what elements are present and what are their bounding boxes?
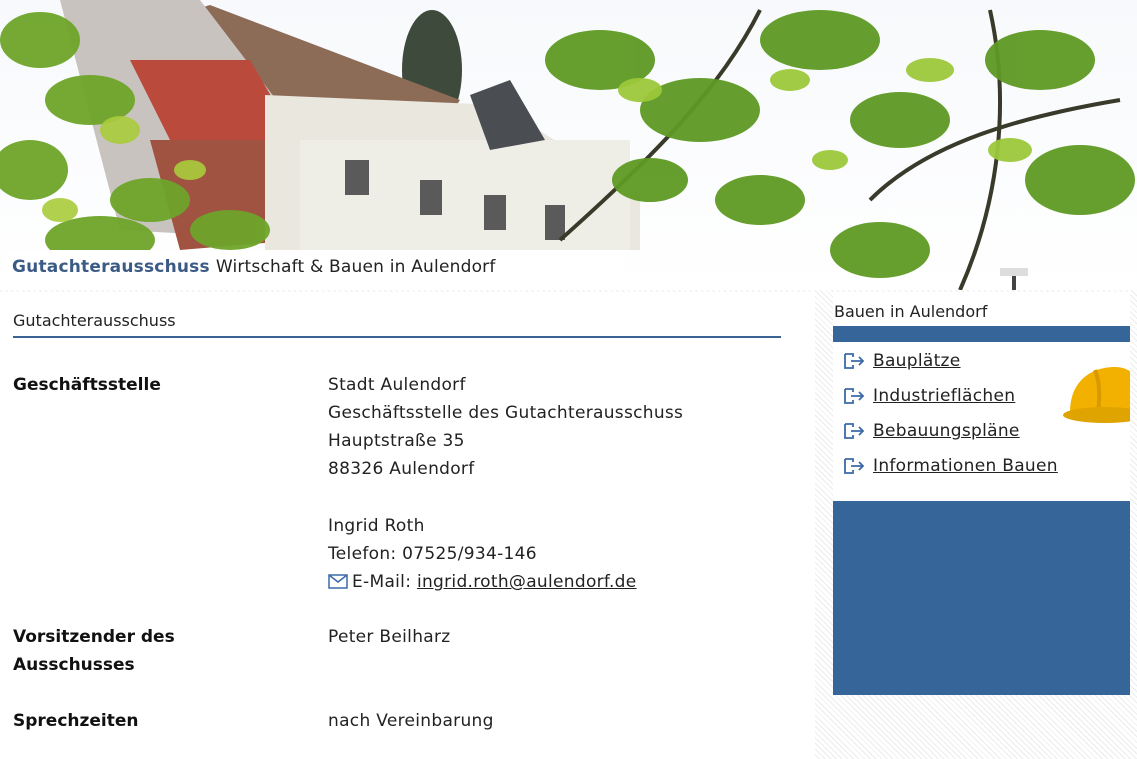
label-vorsitzender: Vorsitzender des Ausschusses xyxy=(13,623,175,679)
label-sprechzeiten: Sprechzeiten xyxy=(13,711,139,731)
sidebar-heading: Bauen in Aulendorf xyxy=(833,292,1130,326)
sidebar: Bauen in Aulendorf Bauplätze Industriefl… xyxy=(833,292,1130,695)
email-link[interactable]: ingrid.roth@aulendorf.de xyxy=(417,572,637,592)
main-content: Gutachterausschuss Geschäftsstelle Stadt… xyxy=(0,292,815,759)
sidebar-link-label[interactable]: Informationen Bauen xyxy=(873,456,1058,476)
address-line: Stadt Aulendorf xyxy=(328,375,466,395)
header-caption: Gutachterausschuss Wirtschaft & Bauen in… xyxy=(6,250,625,284)
header-photo xyxy=(0,0,1137,290)
label-line: Vorsitzender des xyxy=(13,627,175,647)
title-divider xyxy=(13,336,781,338)
value-geschaeftsstelle: Stadt Aulendorf Geschäftsstelle des Guta… xyxy=(328,371,683,596)
label-line: Ausschusses xyxy=(13,655,135,675)
label-geschaeftsstelle: Geschäftsstelle xyxy=(13,375,161,395)
link-arrow-icon xyxy=(844,388,865,404)
sidebar-link-bauplaetze[interactable]: Bauplätze xyxy=(843,351,961,371)
sidebar-link-label[interactable]: Bauplätze xyxy=(873,351,961,371)
contact-email-row: E-Mail: ingrid.roth@aulendorf.de xyxy=(328,568,683,596)
value-vorsitzender: Peter Beilharz xyxy=(328,627,451,647)
address-line: 88326 Aulendorf xyxy=(328,459,475,479)
address-line: Geschäftsstelle des Gutachterausschuss xyxy=(328,403,684,423)
address-line: Hauptstraße 35 xyxy=(328,431,465,451)
page-title: Gutachterausschuss xyxy=(13,311,176,330)
value-sprechzeiten: nach Vereinbarung xyxy=(328,711,494,731)
sidebar-link-list: Bauplätze Industrieflächen Bebauungsplän… xyxy=(833,342,1130,501)
contact-name: Ingrid Roth xyxy=(328,516,425,536)
email-label: E-Mail: xyxy=(352,572,412,592)
sidebar-link-label[interactable]: Industrieflächen xyxy=(873,386,1015,406)
contact-phone: Telefon: 07525/934-146 xyxy=(328,544,537,564)
link-arrow-icon xyxy=(844,353,865,369)
header-title-rest: Wirtschaft & Bauen in Aulendorf xyxy=(215,257,496,277)
link-arrow-icon xyxy=(844,458,865,474)
envelope-icon xyxy=(328,574,348,589)
sidebar-link-bebauungsplaene[interactable]: Bebauungspläne xyxy=(843,421,1020,441)
header-title-highlight: Gutachterausschuss xyxy=(12,257,210,277)
sidebar-link-industrieflaechen[interactable]: Industrieflächen xyxy=(843,386,1015,406)
sidebar-blue-panel xyxy=(833,501,1130,695)
hard-hat-icon xyxy=(1063,367,1130,423)
sidebar-accent-bar xyxy=(833,326,1130,342)
sidebar-link-informationen-bauen[interactable]: Informationen Bauen xyxy=(843,456,1058,476)
link-arrow-icon xyxy=(844,423,865,439)
header-banner: Gutachterausschuss Wirtschaft & Bauen in… xyxy=(0,0,1137,290)
sidebar-link-label[interactable]: Bebauungspläne xyxy=(873,421,1020,441)
